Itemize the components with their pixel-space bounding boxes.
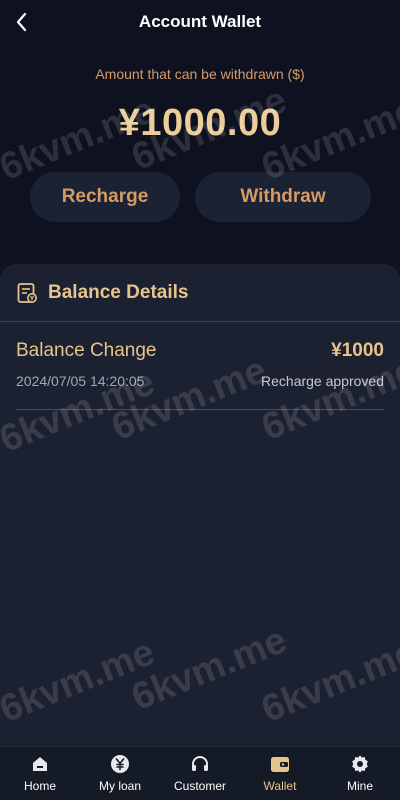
nav-item-customer[interactable]: Customer <box>160 747 240 800</box>
balance-summary: Amount that can be withdrawn ($) ¥1000.0… <box>0 44 400 264</box>
nav-item-home[interactable]: Home <box>0 747 80 800</box>
recharge-button[interactable]: Recharge <box>30 172 180 222</box>
wallet-screen: Account Wallet Amount that can be withdr… <box>0 0 400 800</box>
nav-label-wallet: Wallet <box>263 779 297 793</box>
page-title: Account Wallet <box>138 12 262 31</box>
nav-label-home: Home <box>23 779 56 793</box>
balance-details-title: Balance Details <box>48 281 189 303</box>
withdrawable-label: Amount that can be withdrawn ($) <box>95 66 305 82</box>
top-bar: Account Wallet <box>0 0 400 44</box>
wallet-icon <box>269 753 291 775</box>
balance-details-card: Balance Details Balance Change ¥1000 202… <box>0 264 400 748</box>
withdraw-button[interactable]: Withdraw <box>195 172 371 222</box>
transaction-amount: ¥1000 <box>331 340 384 361</box>
list-item[interactable]: Balance Change ¥1000 2024/07/05 14:20:05… <box>16 340 384 410</box>
back-button[interactable] <box>8 8 36 36</box>
chevron-left-icon <box>16 12 27 32</box>
nav-item-mine[interactable]: Mine <box>320 747 400 800</box>
nav-label-customer: Customer <box>173 779 226 793</box>
document-icon <box>17 282 37 303</box>
home-icon <box>29 753 51 775</box>
nav-label-mine: Mine <box>346 779 373 793</box>
yen-coin-icon <box>109 753 131 775</box>
transaction-label: Balance Change <box>16 340 157 361</box>
gear-icon <box>349 753 371 775</box>
nav-item-wallet[interactable]: Wallet <box>240 747 320 800</box>
nav-label-my-loan: My loan <box>98 779 142 793</box>
transaction-status: Recharge approved <box>261 373 384 389</box>
bottom-nav: Home My loan Customer Wallet Mine <box>0 746 400 800</box>
nav-item-my-loan[interactable]: My loan <box>80 747 160 800</box>
headset-icon <box>189 753 211 775</box>
transaction-date: 2024/07/05 14:20:05 <box>16 373 145 389</box>
withdrawable-amount: ¥1000.00 <box>118 102 282 144</box>
balance-details-header: Balance Details <box>0 264 400 322</box>
